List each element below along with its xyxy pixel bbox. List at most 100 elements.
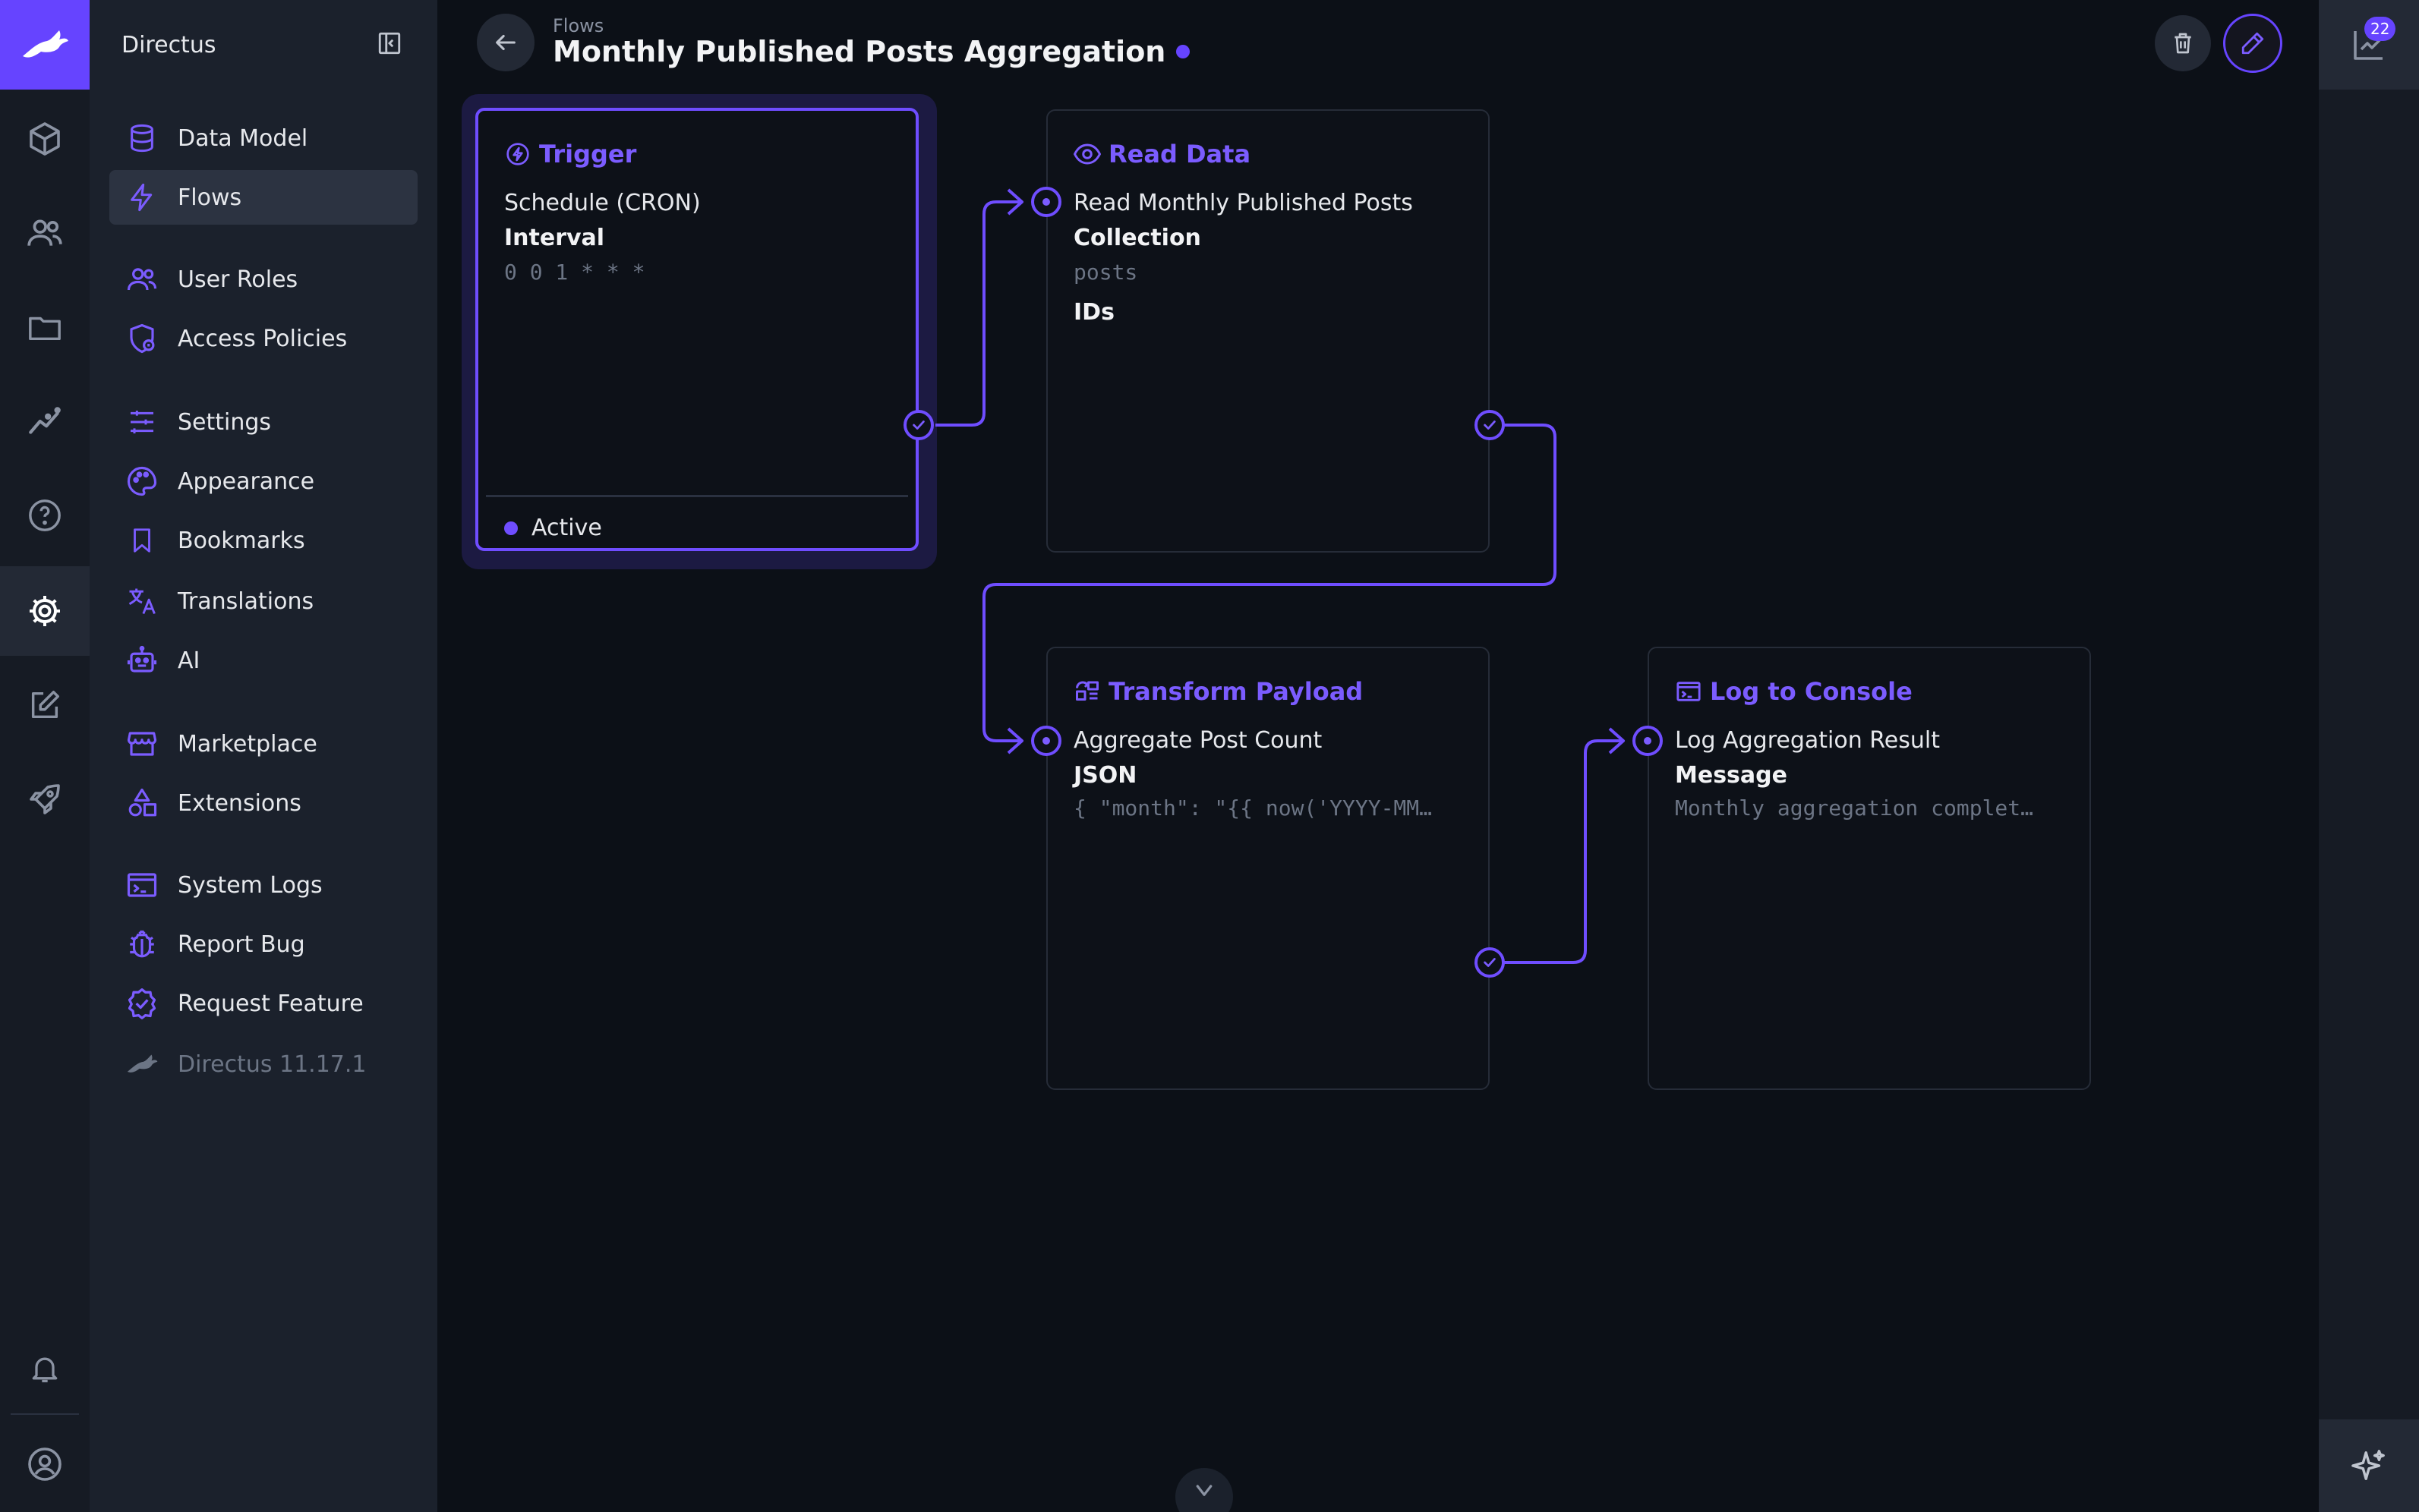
directus-rabbit-icon <box>125 1047 159 1082</box>
nav-item-user-roles[interactable]: User Roles <box>109 252 418 307</box>
nav-item-request-feature[interactable]: Request Feature <box>109 976 418 1031</box>
trigger-status: Active <box>504 515 602 541</box>
module-bar <box>0 0 90 1512</box>
module-divider <box>11 1413 79 1415</box>
panel-divider <box>486 495 908 497</box>
version-label: Directus 11.17.1 <box>178 1051 367 1078</box>
nav-item-settings[interactable]: Settings <box>109 395 418 449</box>
nav-item-flows[interactable]: Flows <box>109 170 418 225</box>
sparkle-icon <box>2351 1450 2385 1480</box>
breadcrumb[interactable]: Flows <box>553 15 604 36</box>
arrowhead <box>1007 727 1023 754</box>
nav-item-label: Extensions <box>178 789 301 817</box>
nav-item-label: Data Model <box>178 124 308 152</box>
nav-item-data-model[interactable]: Data Model <box>109 111 418 165</box>
json-value: { "month": "{{ now('YYYY-MM… <box>1074 795 1433 821</box>
account-icon[interactable] <box>0 1419 90 1509</box>
check-icon <box>913 421 925 430</box>
trigger-resolve-port[interactable] <box>904 410 934 440</box>
back-button[interactable] <box>477 14 535 71</box>
nav-item-translations[interactable]: Translations <box>109 574 418 628</box>
transform-icon <box>1074 678 1101 705</box>
nav-item-label: AI <box>178 647 200 674</box>
terminal-icon <box>125 868 159 902</box>
log-input-port[interactable] <box>1632 726 1663 756</box>
verified-badge-icon <box>125 986 159 1021</box>
nav-item-label: Request Feature <box>178 990 364 1017</box>
scroll-down-button[interactable] <box>1175 1468 1233 1512</box>
transform-payload-panel[interactable]: Transform Payload Aggregate Post Count J… <box>1046 647 1490 1090</box>
transform-input-port[interactable] <box>1031 726 1061 756</box>
help-icon[interactable] <box>0 471 90 560</box>
read-data-panel[interactable]: Read Data Read Monthly Published Posts C… <box>1046 109 1490 553</box>
flow-status-dot <box>1176 45 1191 58</box>
pencil-icon <box>2241 32 2264 55</box>
settings-gear-icon[interactable] <box>0 566 90 656</box>
bolt-icon <box>125 180 159 215</box>
collapse-sidebar-icon[interactable] <box>377 30 402 56</box>
panel-header: Read Data <box>1074 140 1250 169</box>
log-to-console-panel[interactable]: Log to Console Log Aggregation Result Me… <box>1648 647 2091 1090</box>
users-icon[interactable] <box>0 188 90 278</box>
json-label: JSON <box>1074 762 1137 789</box>
connector-trigger-to-read <box>935 200 1022 427</box>
edit-note-icon[interactable] <box>0 660 90 750</box>
nav-item-ai[interactable]: AI <box>109 633 418 688</box>
nav-item-label: Report Bug <box>178 931 305 958</box>
status-label: Active <box>531 515 602 541</box>
port-core <box>1042 198 1050 206</box>
edit-flow-button[interactable] <box>2223 14 2282 73</box>
nav-item-bookmarks[interactable]: Bookmarks <box>109 513 418 568</box>
arrowhead <box>1608 727 1625 754</box>
operation-name: Read Monthly Published Posts <box>1074 190 1413 216</box>
panel-header: Trigger <box>504 140 636 169</box>
nav-item-extensions[interactable]: Extensions <box>109 776 418 830</box>
console-icon <box>1675 678 1702 705</box>
nav-item-marketplace[interactable]: Marketplace <box>109 717 418 771</box>
content-box-icon[interactable] <box>0 94 90 184</box>
collection-value: posts <box>1074 260 1138 285</box>
arrow-left-icon <box>496 34 516 51</box>
panel-header: Log to Console <box>1675 677 1913 706</box>
activity-log-button[interactable]: 22 <box>2319 0 2419 90</box>
panel-title: Trigger <box>539 140 637 169</box>
nav-item-access-policies[interactable]: Access Policies <box>109 311 418 366</box>
nav-item-appearance[interactable]: Appearance <box>109 454 418 509</box>
read-data-input-port[interactable] <box>1031 187 1061 217</box>
folder-icon[interactable] <box>0 282 90 372</box>
insights-icon[interactable] <box>0 376 90 466</box>
rocket-icon[interactable] <box>0 754 90 844</box>
nav-item-version[interactable]: Directus 11.17.1 <box>109 1037 418 1091</box>
panel-title: Transform Payload <box>1109 677 1364 706</box>
shield-lock-icon <box>125 321 159 356</box>
collection-label: Collection <box>1074 225 1201 251</box>
nav-item-label: Access Policies <box>178 325 348 352</box>
ai-assistant-button[interactable] <box>2319 1419 2419 1512</box>
bell-icon[interactable] <box>0 1324 90 1413</box>
trigger-type: Schedule (CRON) <box>504 190 701 216</box>
trash-icon <box>2175 33 2191 54</box>
status-dot <box>504 521 518 535</box>
transform-resolve-port[interactable] <box>1474 947 1505 978</box>
rabbit-logo-icon <box>23 30 68 58</box>
bug-icon <box>125 927 159 962</box>
robot-icon <box>125 643 159 678</box>
nav-item-label: Settings <box>178 408 272 436</box>
message-label: Message <box>1675 762 1787 789</box>
arrowhead <box>1007 188 1023 216</box>
directus-logo[interactable] <box>0 0 90 90</box>
trigger-panel[interactable]: Trigger Schedule (CRON) Interval 0 0 1 *… <box>475 108 919 551</box>
nav-item-report-bug[interactable]: Report Bug <box>109 917 418 972</box>
operation-name: Aggregate Post Count <box>1074 727 1323 754</box>
nav-item-system-logs[interactable]: System Logs <box>109 858 418 912</box>
user-roles-icon <box>125 262 159 297</box>
nav-item-label: Marketplace <box>178 730 317 758</box>
read-data-resolve-port[interactable] <box>1474 410 1505 440</box>
bolt-circle-icon <box>504 140 531 168</box>
message-value: Monthly aggregation complet… <box>1675 795 2034 821</box>
nav-item-label: Bookmarks <box>178 527 305 554</box>
project-name: Directus <box>121 31 216 58</box>
delete-flow-button[interactable] <box>2155 15 2211 71</box>
panel-title: Read Data <box>1109 140 1251 169</box>
check-icon <box>1484 958 1496 967</box>
